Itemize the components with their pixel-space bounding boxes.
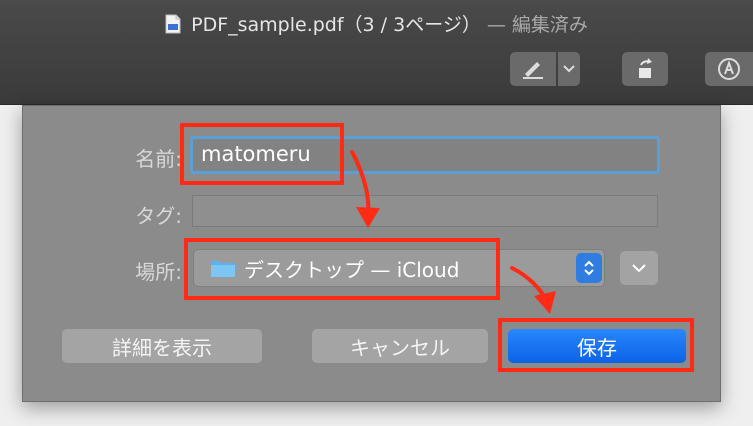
location-label: 場所:: [135, 260, 182, 284]
name-label: 名前:: [135, 147, 182, 171]
tag-input[interactable]: [192, 195, 658, 227]
annotate-button[interactable]: [705, 52, 753, 86]
up-down-chevron-icon: [584, 260, 594, 276]
chevron-down-icon: [563, 65, 575, 73]
cancel-button[interactable]: キャンセル: [312, 329, 488, 363]
window-title: PDF_sample.pdf（3 / 3ページ）: [191, 13, 481, 36]
name-input[interactable]: matomeru: [190, 136, 660, 174]
annotate-icon: [718, 58, 740, 80]
folder-icon: [211, 261, 235, 277]
markup-button[interactable]: [510, 52, 556, 86]
location-value: デスクトップ — iCloud: [244, 257, 460, 282]
pdf-document-icon: [165, 14, 181, 34]
expand-browser-button[interactable]: [620, 251, 658, 285]
rotate-icon: [639, 58, 652, 78]
show-details-button[interactable]: 詳細を表示: [62, 329, 262, 363]
window-title-row: PDF_sample.pdf（3 / 3ページ） — 編集済み: [0, 6, 753, 40]
tag-label: タグ:: [135, 204, 182, 228]
edited-status: — 編集済み: [486, 13, 588, 36]
rotate-button[interactable]: [622, 52, 668, 86]
chevron-down-icon: [632, 263, 646, 272]
markup-menu-button[interactable]: [558, 52, 580, 86]
markup-pen-icon: [523, 62, 543, 79]
save-button[interactable]: 保存: [508, 329, 686, 363]
location-stepper[interactable]: [576, 253, 602, 283]
window-titlebar: PDF_sample.pdf（3 / 3ページ） — 編集済み: [0, 0, 753, 105]
location-popup[interactable]: デスクトップ — iCloud: [193, 249, 605, 287]
